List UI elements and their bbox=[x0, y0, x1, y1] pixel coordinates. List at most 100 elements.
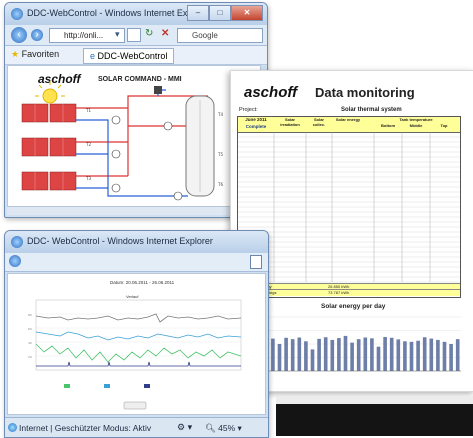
header-period2: Complete bbox=[245, 124, 267, 129]
svg-text:20: 20 bbox=[28, 355, 32, 359]
chart-bar bbox=[330, 339, 335, 371]
project-value: Solar thermal system bbox=[341, 107, 402, 113]
ie-icon bbox=[11, 8, 23, 20]
project-label: Project: bbox=[239, 107, 258, 113]
svg-text:T6: T6 bbox=[217, 182, 223, 187]
favorites-button[interactable]: ★ Favoriten bbox=[11, 49, 59, 60]
search-input[interactable]: Google bbox=[177, 28, 263, 43]
trend-line-chart: 80 60 40 20 bbox=[28, 299, 242, 410]
svg-text:40: 40 bbox=[28, 341, 32, 345]
chart-bar bbox=[436, 339, 440, 371]
chart-bar bbox=[290, 339, 295, 371]
browser-window-diagram: DDC-WebControl - Windows Internet Explor… bbox=[4, 2, 268, 218]
header-period: June 2011 bbox=[245, 117, 267, 122]
solar-energy-bar-chart bbox=[263, 316, 461, 372]
chart-bar bbox=[363, 337, 368, 371]
monitoring-table: June 2011 Complete Solar irradiation Sol… bbox=[237, 116, 461, 298]
close-button[interactable]: ✕ bbox=[231, 5, 263, 21]
minimize-button[interactable]: – bbox=[187, 5, 209, 21]
chart-bar bbox=[455, 339, 460, 371]
globe-icon bbox=[8, 423, 17, 432]
chart-bar bbox=[277, 344, 282, 371]
status-bar: Internet | Geschützter Modus: Aktiv ⚙ ▾ … bbox=[5, 417, 268, 437]
header-middle: Middle bbox=[409, 123, 423, 128]
svg-text:T2: T2 bbox=[85, 142, 91, 147]
zoom-value: 45% bbox=[218, 423, 236, 433]
dropdown-icon[interactable]: ▾ bbox=[115, 29, 120, 40]
chart-bar bbox=[429, 338, 434, 371]
star-icon: ★ bbox=[11, 49, 20, 59]
navigation-bar: ‹ › http://onli... ▾ ↻ ✕ Google bbox=[5, 25, 267, 46]
tab-ie-icon: e bbox=[90, 51, 96, 61]
chart-bar bbox=[389, 337, 394, 371]
chart-bar bbox=[383, 336, 387, 371]
security-icon[interactable]: ⚙ ▾ bbox=[177, 422, 192, 433]
title-bar-2[interactable]: DDC- WebControl - Windows Internet Explo… bbox=[5, 231, 268, 253]
tab-bar: ★ Favoriten e DDC-WebControl bbox=[5, 46, 267, 65]
browser-window-chart: DDC- WebControl - Windows Internet Explo… bbox=[4, 230, 269, 438]
maximize-button[interactable]: □ bbox=[209, 5, 231, 21]
chart-bar bbox=[343, 335, 348, 371]
total-savings-row: Total energy savings 73 787 kWh bbox=[238, 289, 460, 296]
table-header: June 2011 Complete Solar irradiation Sol… bbox=[238, 117, 460, 133]
header-top: Top bbox=[440, 123, 448, 128]
chart-bar bbox=[422, 337, 427, 371]
chart-bar bbox=[304, 341, 308, 371]
tab-ddc-webcontrol[interactable]: e DDC-WebControl bbox=[83, 48, 175, 64]
sheet-title: Data monitoring bbox=[315, 85, 415, 100]
stop-icon[interactable]: ✕ bbox=[161, 28, 169, 39]
header-solar-energy: Solar energy bbox=[335, 117, 361, 122]
svg-text:60: 60 bbox=[28, 327, 32, 331]
title-bar[interactable]: DDC-WebControl - Windows Internet Explor… bbox=[5, 3, 267, 25]
page-icon[interactable] bbox=[250, 255, 262, 269]
dark-panel bbox=[276, 404, 473, 436]
toolbar-2 bbox=[5, 253, 268, 272]
total-savings-value: 73 787 kWh bbox=[328, 290, 350, 295]
favorites-label: Favoriten bbox=[21, 49, 60, 59]
zoom-icon: 🔍︎ bbox=[205, 423, 216, 433]
address-bar[interactable]: http://onli... bbox=[49, 28, 125, 43]
forward-button[interactable]: › bbox=[31, 29, 43, 41]
svg-text:T1: T1 bbox=[85, 108, 91, 113]
chart-bar bbox=[317, 338, 321, 371]
chart-bar bbox=[310, 349, 315, 371]
chart-bar bbox=[403, 341, 407, 371]
window1-scrollbar[interactable] bbox=[7, 207, 259, 215]
sheet-logo: aschoff bbox=[244, 84, 298, 101]
svg-text:T4: T4 bbox=[217, 112, 223, 117]
chart-bar bbox=[323, 337, 328, 371]
chart-bar bbox=[409, 341, 414, 371]
compatibility-icon[interactable] bbox=[127, 28, 141, 42]
chart-title: Solar energy per day bbox=[321, 303, 386, 310]
window-title: DDC-WebControl - Windows Internet Explor… bbox=[27, 8, 211, 18]
window2-title: DDC- WebControl - Windows Internet Explo… bbox=[27, 236, 213, 246]
chart-bar bbox=[356, 339, 361, 371]
chart-bar bbox=[284, 337, 288, 371]
status-text: Internet | Geschützter Modus: Aktiv bbox=[19, 423, 152, 433]
chart-bar bbox=[297, 337, 302, 371]
svg-text:T3: T3 bbox=[85, 176, 91, 181]
chart-bar bbox=[442, 341, 447, 371]
header-solar-irradiation: Solar irradiation bbox=[280, 117, 300, 127]
ie-page-icon[interactable] bbox=[9, 255, 21, 267]
chart-bar bbox=[271, 338, 275, 371]
dark-panel-top bbox=[276, 396, 473, 404]
tab-label: DDC-WebControl bbox=[97, 51, 168, 61]
chart-bar bbox=[337, 338, 341, 371]
svg-text:80: 80 bbox=[28, 313, 32, 317]
caption-buttons: – □ ✕ bbox=[187, 5, 263, 21]
trend-chart-panel: Datum: 20.06.2011 - 26.06.2011 Verlauf 8… bbox=[7, 273, 266, 415]
diagram-panel: aschoff SOLAR COMMAND - MMI T1 T2 T3 T4 … bbox=[7, 65, 261, 207]
table-body bbox=[238, 132, 460, 283]
header-solar-collector: Solar collec. bbox=[312, 117, 326, 127]
refresh-icon[interactable]: ↻ bbox=[145, 28, 153, 39]
chart-bar bbox=[396, 339, 401, 371]
chart-bar bbox=[376, 346, 381, 371]
zoom-level[interactable]: 🔍︎ 45% ▾ bbox=[205, 423, 242, 434]
solar-system-schematic: T1 T2 T3 T4 T5 T6 bbox=[21, 81, 223, 201]
svg-text:T5: T5 bbox=[217, 152, 223, 157]
chart-bar bbox=[350, 342, 354, 371]
header-bottom: Bottom bbox=[381, 123, 395, 128]
back-button[interactable]: ‹ bbox=[11, 27, 27, 43]
chart-bar bbox=[370, 338, 374, 371]
